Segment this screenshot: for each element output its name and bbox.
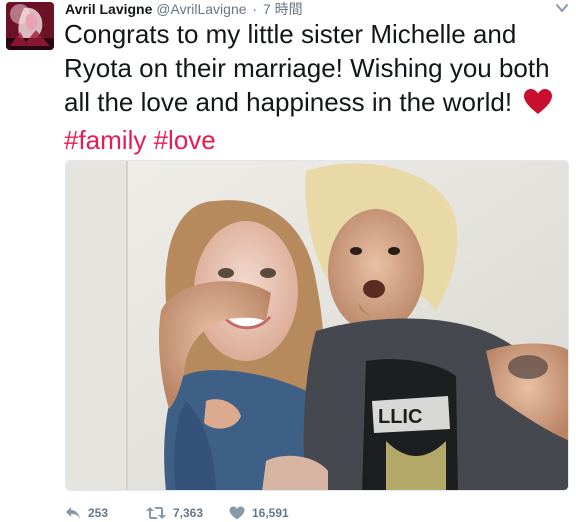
retweet-button[interactable]: 7,363 [146, 503, 203, 522]
avatar[interactable] [6, 2, 54, 50]
reply-icon [66, 507, 80, 519]
reply-count: 253 [88, 506, 109, 520]
like-button[interactable]: 16,591 [229, 503, 289, 522]
separator-dot: · [252, 1, 258, 17]
tweet-header: Avril Lavigne @AvrilLavigne · 7 時間 [65, 0, 303, 18]
hashtag-family[interactable]: #family [64, 125, 146, 155]
red-heart-icon [523, 88, 553, 123]
tweet-photo[interactable]: LLIC [65, 160, 569, 491]
svg-text:LLIC: LLIC [378, 406, 422, 428]
hashtag-love[interactable]: #love [154, 125, 216, 155]
heart-icon [229, 506, 245, 520]
reply-button[interactable]: 253 [65, 503, 108, 522]
avatar-image [6, 2, 54, 50]
retweet-count: 7,363 [173, 506, 204, 520]
tweet: Avril Lavigne @AvrilLavigne · 7 時間 Congr… [0, 0, 576, 522]
photo-image: LLIC [66, 161, 568, 490]
like-count: 16,591 [252, 506, 289, 520]
chevron-down-icon [556, 4, 568, 12]
display-name[interactable]: Avril Lavigne [65, 1, 152, 17]
tweet-timestamp[interactable]: 7 時間 [263, 1, 303, 17]
user-handle[interactable]: @AvrilLavigne [156, 1, 246, 17]
tweet-menu-caret[interactable] [554, 1, 570, 15]
tweet-body: Congrats to my little sister Michelle an… [64, 19, 550, 117]
retweet-icon [146, 507, 166, 519]
tweet-text: Congrats to my little sister Michelle an… [64, 17, 572, 157]
